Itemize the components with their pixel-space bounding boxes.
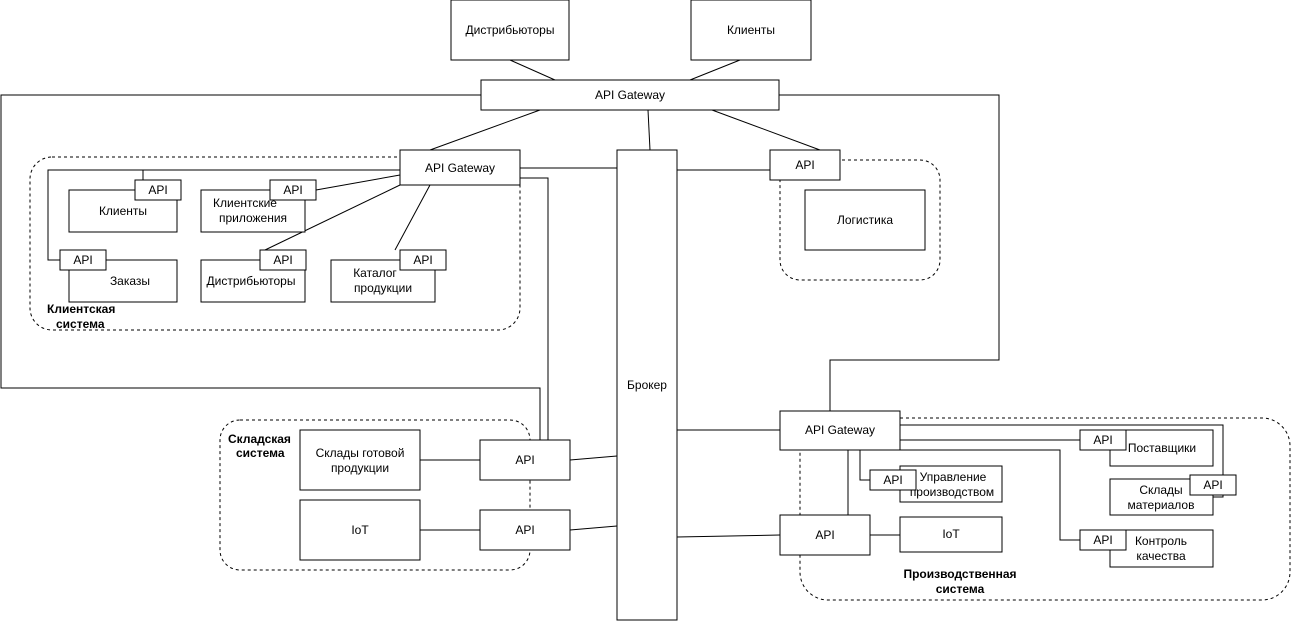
api-tag: API [148, 183, 167, 197]
logistics-service[interactable]: Логистика [804, 189, 926, 251]
orders-service[interactable]: Заказы API [59, 249, 178, 303]
suppliers-label: Поставщики [1128, 441, 1196, 455]
production-api[interactable]: API [779, 514, 871, 556]
finished-goods-label-1: Склады готовой [316, 446, 405, 460]
architecture-diagram: Дистрибьюторы Клиенты API Gateway Брокер… [0, 0, 1291, 621]
api-tag: API [883, 473, 902, 487]
production-iot[interactable]: IoT [899, 516, 1003, 553]
finished-goods-label-2: продукции [331, 461, 389, 475]
api-tag: API [1203, 478, 1222, 492]
logistics-label: Логистика [837, 213, 893, 227]
catalog-label-1: Каталог [353, 266, 397, 280]
catalog-label-2: продукции [354, 281, 412, 295]
production-system-label: Производственная [903, 567, 1016, 581]
warehouse-system-label-2: система [236, 446, 285, 460]
clients-service[interactable]: Клиенты API [68, 179, 182, 233]
production-mgmt-label-2: производством [910, 485, 994, 499]
api-tag: API [515, 453, 534, 467]
main-gateway-label: API Gateway [595, 88, 665, 102]
quality-control-service[interactable]: Контроль качества API [1079, 529, 1214, 568]
clients-label: Клиенты [727, 23, 775, 37]
iot-label: IoT [351, 523, 369, 537]
quality-control-label-2: качества [1136, 549, 1186, 563]
api-tag: API [273, 253, 292, 267]
broker-label: Брокер [627, 378, 667, 392]
api-tag: API [73, 253, 92, 267]
main-api-gateway[interactable]: API Gateway [480, 79, 780, 111]
client-apps-label-2: приложения [219, 211, 287, 225]
distributors-service-label: Дистрибьюторы [207, 274, 296, 288]
suppliers-service[interactable]: Поставщики API [1079, 429, 1214, 467]
finished-goods-warehouse[interactable]: Склады готовой продукции [299, 429, 421, 491]
warehouse-api-1[interactable]: API [479, 439, 571, 481]
production-management-service[interactable]: Управление производством API [869, 465, 1003, 503]
client-gateway-label: API Gateway [425, 161, 495, 175]
client-apps-service[interactable]: Клиентские приложения API [200, 179, 317, 233]
api-tag: API [413, 253, 432, 267]
client-system-label: Клиентская [47, 302, 115, 316]
material-warehouses-label-2: материалов [1128, 498, 1195, 512]
iot-label: IoT [942, 527, 960, 541]
distributors-label: Дистрибьюторы [466, 23, 555, 37]
distributors-service[interactable]: Дистрибьюторы API [200, 249, 307, 303]
production-api-gateway[interactable]: API Gateway [779, 410, 901, 451]
warehouse-system-label: Складская [228, 432, 291, 446]
distributors-external-box[interactable]: Дистрибьюторы [450, 0, 570, 61]
api-tag: API [283, 183, 302, 197]
material-warehouses-label-1: Склады [1139, 483, 1182, 497]
broker-box[interactable]: Брокер [616, 149, 678, 621]
orders-label: Заказы [110, 274, 150, 288]
production-gateway-label: API Gateway [805, 423, 875, 437]
warehouse-api-2[interactable]: API [479, 509, 571, 551]
warehouse-iot[interactable]: IoT [299, 499, 421, 561]
client-system-label-2: система [56, 317, 105, 331]
api-tag: API [795, 158, 814, 172]
api-tag: API [515, 523, 534, 537]
api-tag: API [815, 528, 834, 542]
connectors [0, 59, 1224, 541]
api-tag: API [1093, 533, 1112, 547]
material-warehouses-service[interactable]: Склады материалов API [1109, 474, 1237, 516]
clients-external-box[interactable]: Клиенты [690, 0, 812, 61]
quality-control-label-1: Контроль [1135, 534, 1187, 548]
logistics-api[interactable]: API [769, 149, 841, 181]
catalog-service[interactable]: Каталог продукции API [330, 249, 447, 303]
client-api-gateway[interactable]: API Gateway [399, 149, 521, 186]
clients-service-label: Клиенты [99, 204, 147, 218]
production-system-label-2: система [936, 582, 985, 596]
api-tag: API [1093, 433, 1112, 447]
client-apps-label-1: Клиентские [213, 196, 277, 210]
production-mgmt-label-1: Управление [920, 470, 987, 484]
